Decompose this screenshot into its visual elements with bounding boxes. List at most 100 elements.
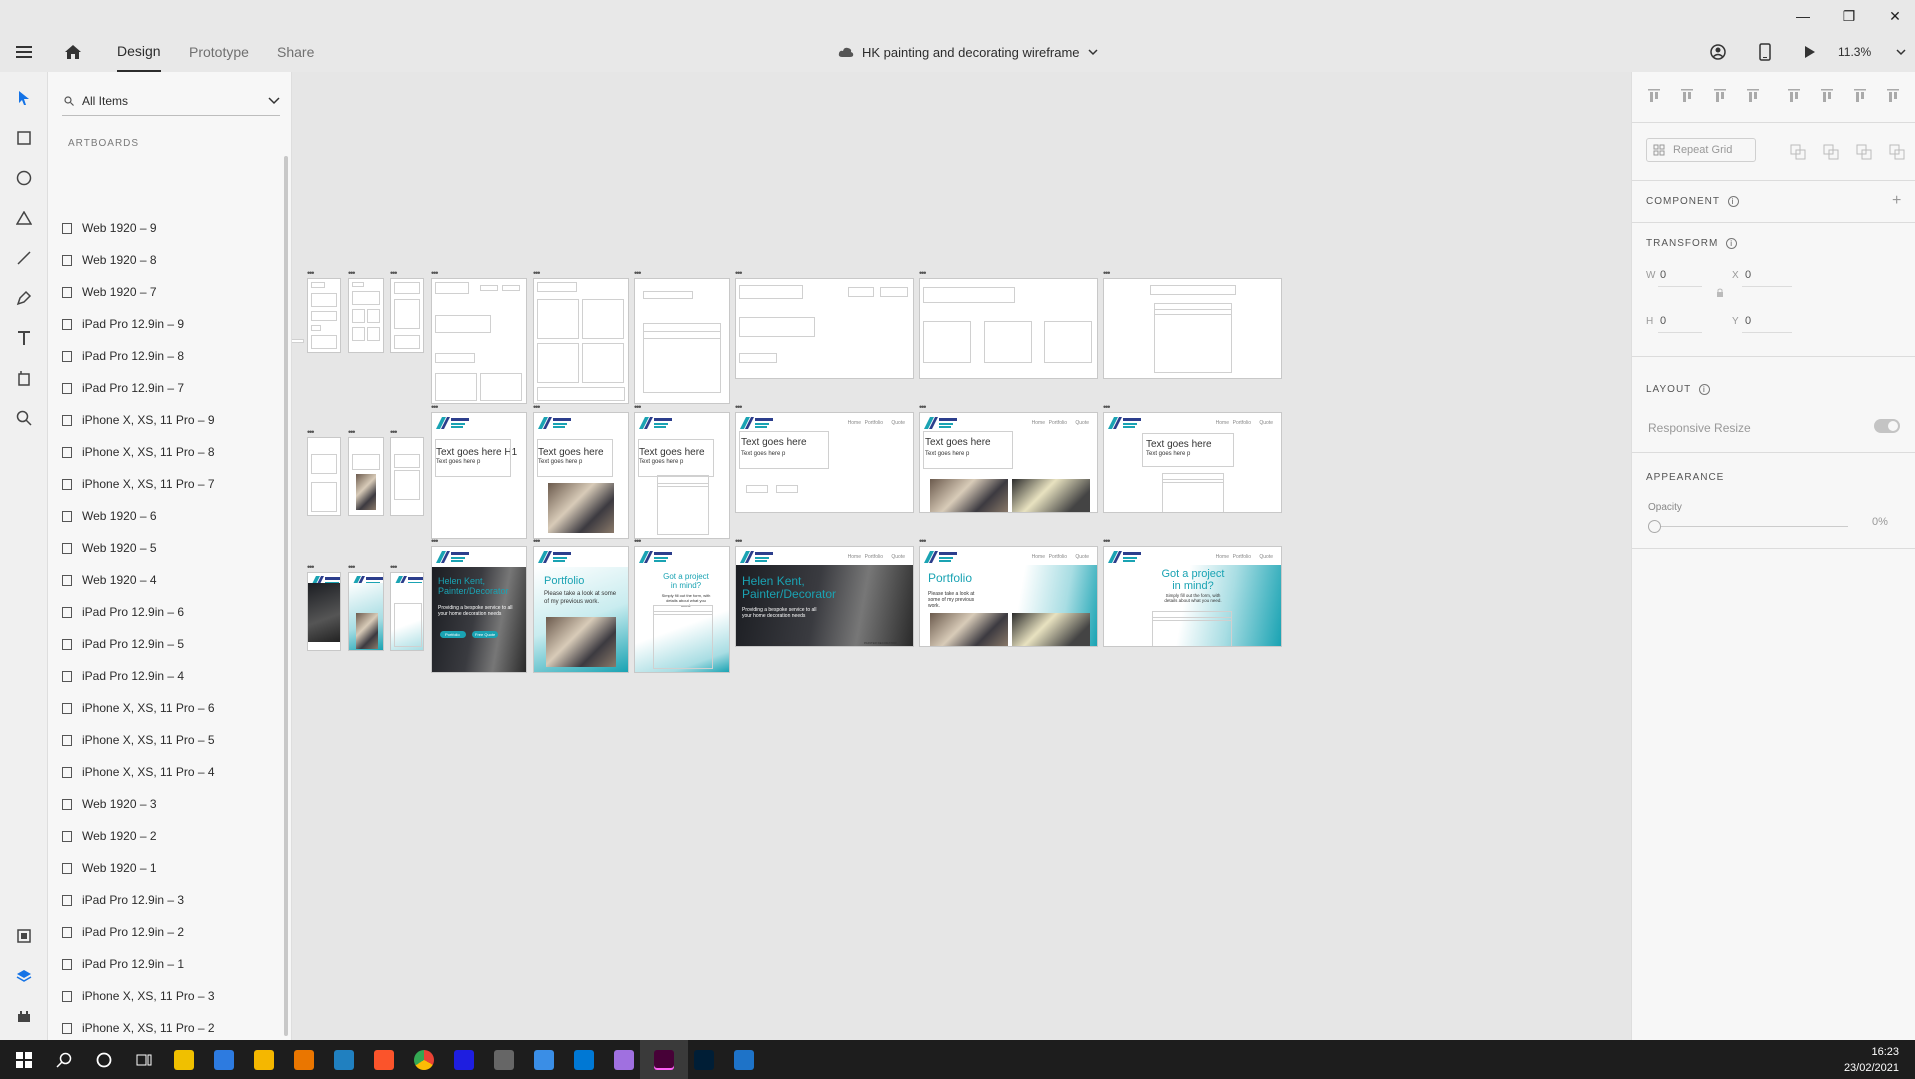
photos-taskbar-button[interactable]: [720, 1040, 768, 1079]
artboard-menu[interactable]: •••: [307, 563, 315, 572]
artboard[interactable]: [307, 437, 341, 516]
close-button[interactable]: ✕: [1872, 0, 1915, 32]
artboard[interactable]: [431, 278, 527, 404]
layer-item[interactable]: Web 1920 – 1: [62, 852, 276, 884]
hamburger-menu-button[interactable]: [16, 32, 36, 72]
artboard[interactable]: Got a project in mind? Simply fill out th…: [634, 546, 730, 673]
layer-item[interactable]: iPad Pro 12.9in – 2: [62, 916, 276, 948]
distribute-vertical-button[interactable]: [1745, 88, 1761, 104]
artboard-menu[interactable]: •••: [348, 269, 356, 278]
artboard-tool[interactable]: [0, 360, 48, 396]
layer-item[interactable]: iPhone X, XS, 11 Pro – 8: [62, 436, 276, 468]
artboard-menu[interactable]: •••: [919, 269, 927, 278]
line-tool[interactable]: [0, 240, 48, 276]
layer-item[interactable]: iPhone X, XS, 11 Pro – 7: [62, 468, 276, 500]
artboard-menu[interactable]: •••: [634, 269, 642, 278]
responsive-resize-toggle[interactable]: [1874, 419, 1900, 433]
x-field[interactable]: 0: [1745, 269, 1751, 281]
artboard-menu[interactable]: •••: [431, 269, 439, 278]
layer-item[interactable]: Web 1920 – 7: [62, 276, 276, 308]
polygon-tool[interactable]: [0, 200, 48, 236]
artboard[interactable]: Text goes here Text goes here p: [634, 412, 730, 539]
artboard-menu[interactable]: •••: [390, 428, 398, 437]
artboard-menu[interactable]: •••: [919, 403, 927, 412]
exclude-button[interactable]: [1889, 144, 1905, 160]
height-field[interactable]: 0: [1660, 315, 1666, 327]
artboard-menu[interactable]: •••: [634, 403, 642, 412]
artboard[interactable]: Text goes here H1 Text goes here p: [431, 412, 527, 539]
home-button[interactable]: [64, 32, 88, 72]
artboard-menu[interactable]: •••: [307, 269, 315, 278]
share-user-button[interactable]: [1710, 32, 1726, 72]
rectangle-tool[interactable]: [0, 120, 48, 156]
artboard[interactable]: Home Portfolio Quote Helen Kent, Painter/De…: [735, 546, 914, 647]
artboard[interactable]: Home Portfolio Quote Text goes here Text goe…: [919, 412, 1098, 513]
artboard-menu[interactable]: •••: [634, 537, 642, 546]
opacity-slider-track[interactable]: [1654, 526, 1848, 527]
layer-item[interactable]: Web 1920 – 8: [62, 244, 276, 276]
pen-tool[interactable]: [0, 280, 48, 316]
plugins-panel-button[interactable]: [0, 998, 48, 1034]
lock-aspect-icon[interactable]: [1716, 288, 1724, 298]
artboard[interactable]: [348, 572, 384, 651]
artboard-menu[interactable]: •••: [307, 428, 315, 437]
layer-item[interactable]: iPhone X, XS, 11 Pro – 4: [62, 756, 276, 788]
tab-prototype[interactable]: Prototype: [189, 32, 249, 72]
layer-item[interactable]: iPhone X, XS, 11 Pro – 3: [62, 980, 276, 1012]
align-left-button[interactable]: [1786, 88, 1802, 104]
opacity-slider-handle[interactable]: [1648, 520, 1661, 533]
artboard[interactable]: Home Portfolio Quote Portfolio Please take a…: [919, 546, 1098, 647]
minimize-button[interactable]: —: [1780, 0, 1826, 32]
design-canvas[interactable]: ••• ••• ••• ••• ••• ••• ••• ••• ••• ••• ••• ••• ••• T…: [292, 72, 1631, 1040]
layer-item[interactable]: Web 1920 – 4: [62, 564, 276, 596]
artboard-menu[interactable]: •••: [348, 428, 356, 437]
text-tool[interactable]: [0, 320, 48, 356]
artboard[interactable]: [533, 278, 629, 404]
info-icon[interactable]: i: [1726, 238, 1738, 249]
maximize-button[interactable]: ❐: [1826, 0, 1872, 32]
device-preview-button[interactable]: [1759, 32, 1771, 72]
artboard-menu[interactable]: •••: [431, 537, 439, 546]
layer-item[interactable]: Web 1920 – 9: [62, 212, 276, 244]
layer-item[interactable]: iPad Pro 12.9in – 6: [62, 596, 276, 628]
artboard[interactable]: Portfolio Please take a look at some of m…: [533, 546, 629, 673]
layer-item[interactable]: iPad Pro 12.9in – 5: [62, 628, 276, 660]
y-field[interactable]: 0: [1745, 315, 1751, 327]
layer-item[interactable]: Web 1920 – 3: [62, 788, 276, 820]
artboard[interactable]: [1103, 278, 1282, 379]
layer-item[interactable]: iPhone X, XS, 11 Pro – 2: [62, 1012, 276, 1040]
zoom-tool[interactable]: [0, 400, 48, 436]
select-tool[interactable]: [0, 80, 48, 116]
artboard[interactable]: [390, 572, 424, 651]
align-center-button[interactable]: [1819, 88, 1835, 104]
subtract-button[interactable]: [1790, 144, 1806, 160]
artboard-menu[interactable]: •••: [1103, 537, 1111, 546]
layers-panel-button[interactable]: [0, 958, 48, 994]
add-button[interactable]: [1823, 144, 1839, 160]
artboard[interactable]: Home Portfolio Quote Text goes here Text goe…: [1103, 412, 1282, 513]
intersect-button[interactable]: [1856, 144, 1872, 160]
layer-item[interactable]: iPad Pro 12.9in – 8: [62, 340, 276, 372]
layer-item[interactable]: iPad Pro 12.9in – 3: [62, 884, 276, 916]
tab-share[interactable]: Share: [277, 32, 314, 72]
artboard-menu[interactable]: •••: [431, 403, 439, 412]
layer-item[interactable]: iPhone X, XS, 11 Pro – 5: [62, 724, 276, 756]
distribute-horizontal-button[interactable]: [1885, 88, 1901, 104]
artboard[interactable]: Helen Kent, Painter/Decorator Providing a…: [431, 546, 527, 673]
align-right-button[interactable]: [1852, 88, 1868, 104]
align-middle-button[interactable]: [1679, 88, 1695, 104]
tab-design[interactable]: Design: [117, 32, 161, 72]
layer-item[interactable]: iPad Pro 12.9in – 9: [62, 308, 276, 340]
artboard[interactable]: [307, 278, 341, 353]
layers-scrollbar[interactable]: [284, 156, 288, 1036]
artboard-menu[interactable]: •••: [735, 537, 743, 546]
layer-item[interactable]: iPhone X, XS, 11 Pro – 6: [62, 692, 276, 724]
artboard-menu[interactable]: •••: [348, 563, 356, 572]
info-icon[interactable]: i: [1698, 384, 1710, 395]
assets-panel-button[interactable]: [0, 918, 48, 954]
layer-item[interactable]: Web 1920 – 2: [62, 820, 276, 852]
align-top-button[interactable]: [1646, 88, 1662, 104]
artboard[interactable]: [735, 278, 914, 379]
layer-item[interactable]: iPad Pro 12.9in – 7: [62, 372, 276, 404]
artboard[interactable]: [348, 437, 384, 516]
